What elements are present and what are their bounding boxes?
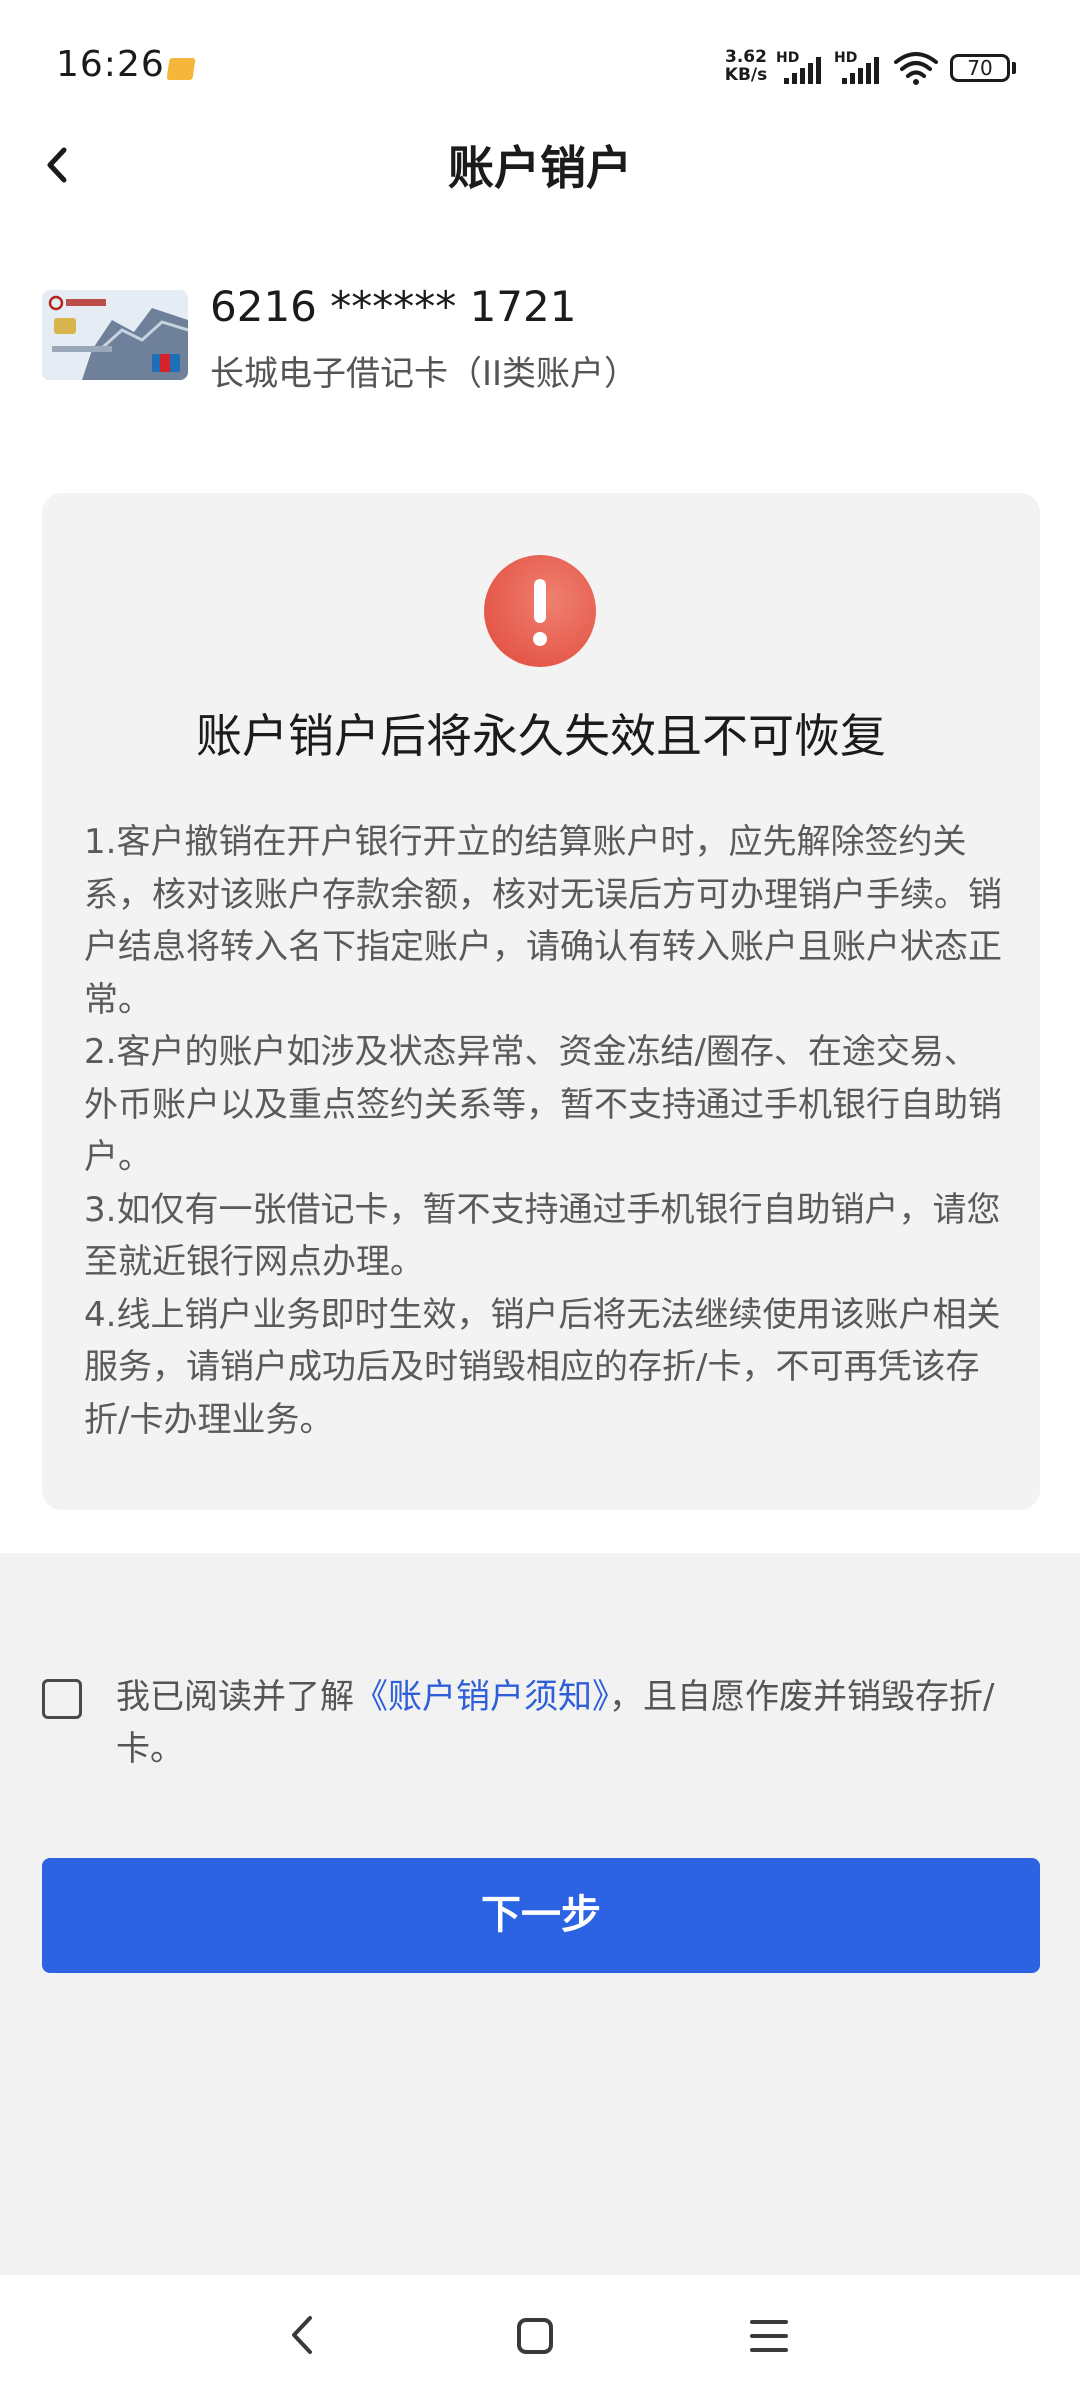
cell-signal-icon: HD — [776, 50, 832, 86]
notification-icon — [166, 58, 196, 80]
battery-tip — [1012, 62, 1016, 74]
agreement-text: 我已阅读并了解《账户销户须知》，且自愿作废并销毁存折/卡。 — [116, 1671, 1046, 1775]
status-time: 16:26 — [56, 44, 165, 85]
warning-title: 账户销户后将永久失效且不可恢复 — [196, 709, 886, 763]
battery-icon: 70 — [950, 54, 1010, 82]
warning-note-3: 3.如仅有一张借记卡，暂不支持通过手机银行自助销户，请您至就近银行网点办理。 — [84, 1189, 1001, 1283]
nav-back-icon[interactable] — [282, 2310, 322, 2360]
next-button[interactable]: 下一步 — [42, 1858, 1040, 1973]
warning-notes: 1.客户撤销在开户银行开立的结算账户时，应先解除签约关系，核对该账户存款余额，核… — [84, 816, 1004, 1446]
warning-note-1: 1.客户撤销在开户银行开立的结算账户时，应先解除签约关系，核对该账户存款余额，核… — [84, 822, 1002, 1020]
status-bar: 16:26 3.62 KB/s HD HD 70 — [0, 0, 1080, 140]
card-image — [42, 290, 188, 380]
network-speed-value: 3.62 — [725, 47, 767, 67]
terms-link[interactable]: 《账户销户须知》 — [354, 1677, 609, 1717]
warning-note-2: 2.客户的账户如涉及状态异常、资金冻结/圈存、在途交易、外币账户以及重点签约关系… — [84, 1032, 1002, 1177]
network-speed: 3.62 KB/s — [720, 48, 772, 84]
card-number: 6216 ****** 1721 — [210, 282, 577, 331]
exclamation-icon — [484, 555, 596, 667]
card-name: 长城电子借记卡（II类账户） — [210, 354, 639, 394]
page-title: 账户销户 — [448, 141, 632, 195]
network-speed-unit: KB/s — [724, 65, 768, 85]
warning-note-4: 4.线上销户业务即时生效，销户后将无法继续使用该账户相关服务，请销户成功后及时销… — [84, 1294, 1001, 1440]
cell-signal-icon-2: HD — [834, 50, 890, 86]
wifi-icon — [892, 50, 940, 86]
agreement-prefix: 我已阅读并了解 — [116, 1677, 354, 1717]
nav-home-icon[interactable] — [516, 2317, 554, 2355]
hd-label-2: HD — [834, 50, 858, 66]
nav-menu-icon[interactable] — [748, 2316, 790, 2356]
agreement-checkbox[interactable] — [42, 1679, 82, 1719]
hd-label: HD — [776, 50, 800, 66]
